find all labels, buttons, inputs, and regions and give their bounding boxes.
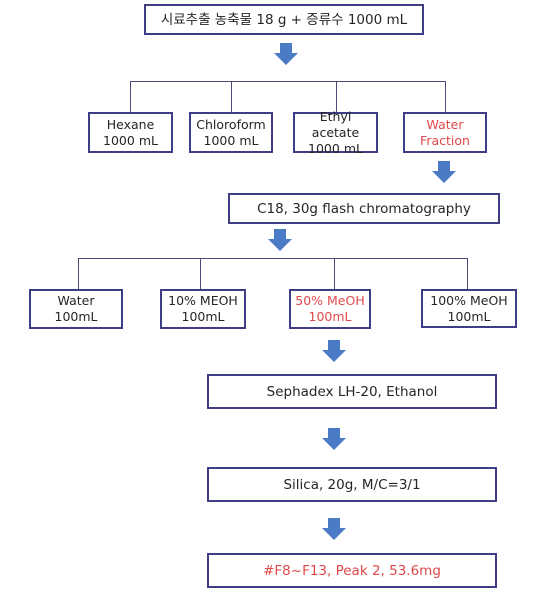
branch-connector-chloroform bbox=[231, 81, 232, 113]
fraction-connector-100-meoh bbox=[467, 258, 468, 289]
down-arrow-icon bbox=[268, 229, 292, 251]
silica-label: Silica, 20g, M/C=3/1 bbox=[283, 476, 421, 493]
fraction-50-meoh-line2: 100mL bbox=[308, 309, 352, 324]
flash-chromatography-box: C18, 30g flash chromatography bbox=[228, 193, 500, 224]
down-arrow-icon bbox=[322, 518, 346, 540]
fraction-box-50-meoh: 50% MeOH 100mL bbox=[289, 289, 371, 329]
partition-box-chloroform: Chloroform 1000 mL bbox=[189, 112, 273, 153]
start-sample-box: 시료추출 농축물 18 g + 증류수 1000 mL bbox=[144, 4, 424, 35]
down-arrow-icon bbox=[274, 43, 298, 65]
fraction-50-meoh-line1: 50% MeOH bbox=[295, 293, 365, 308]
fraction-water-line1: Water bbox=[57, 293, 95, 308]
result-label: #F8~F13, Peak 2, 53.6mg bbox=[263, 562, 441, 579]
flash-chromatography-label: C18, 30g flash chromatography bbox=[257, 200, 471, 217]
fraction-water-line2: 100mL bbox=[54, 309, 98, 324]
partition-box-hexane: Hexane 1000 mL bbox=[88, 112, 173, 153]
result-box: #F8~F13, Peak 2, 53.6mg bbox=[207, 553, 497, 588]
fraction-connector-horizontal bbox=[78, 258, 468, 259]
sephadex-box: Sephadex LH-20, Ethanol bbox=[207, 374, 497, 409]
down-arrow-icon bbox=[322, 340, 346, 362]
partition-chloroform-line2: 1000 mL bbox=[203, 132, 259, 148]
down-arrow-icon bbox=[322, 428, 346, 450]
fraction-connector-50-meoh bbox=[334, 258, 335, 289]
partition-hexane-line1: Hexane bbox=[106, 116, 155, 132]
down-arrow-icon bbox=[432, 161, 456, 183]
fraction-100-meoh-line1: 100% MeOH bbox=[430, 292, 508, 308]
partition-box-ethyl-acetate: Ethyl acetate 1000 mL bbox=[293, 108, 378, 156]
partition-ethyl-acetate-line1: Ethyl acetate bbox=[311, 108, 360, 140]
partition-hexane-line2: 1000 mL bbox=[103, 132, 158, 148]
fraction-box-100-meoh: 100% MeOH 100mL bbox=[421, 289, 517, 328]
branch-connector-horizontal bbox=[130, 81, 446, 82]
partition-box-water-fraction: Water Fraction bbox=[403, 112, 487, 153]
fraction-10-meoh-line1: 10% MEOH bbox=[168, 293, 238, 308]
fraction-connector-water bbox=[78, 258, 79, 289]
branch-connector-hexane bbox=[130, 81, 131, 113]
sephadex-label: Sephadex LH-20, Ethanol bbox=[266, 383, 438, 400]
fraction-box-10-meoh: 10% MEOH 100mL bbox=[160, 289, 246, 329]
partition-chloroform-line1: Chloroform bbox=[196, 116, 266, 132]
partition-ethyl-acetate-line2: 1000 mL bbox=[308, 140, 363, 156]
fraction-10-meoh-line2: 100mL bbox=[181, 309, 225, 324]
partition-water-line2: Fraction bbox=[420, 132, 470, 148]
start-sample-label: 시료추출 농축물 18 g + 증류수 1000 mL bbox=[160, 11, 408, 28]
fraction-connector-10-meoh bbox=[200, 258, 201, 289]
partition-water-line1: Water bbox=[426, 116, 464, 132]
fraction-100-meoh-line2: 100mL bbox=[447, 308, 491, 324]
silica-box: Silica, 20g, M/C=3/1 bbox=[207, 467, 497, 502]
branch-connector-water-fraction bbox=[445, 81, 446, 113]
fraction-box-water: Water 100mL bbox=[29, 289, 123, 329]
